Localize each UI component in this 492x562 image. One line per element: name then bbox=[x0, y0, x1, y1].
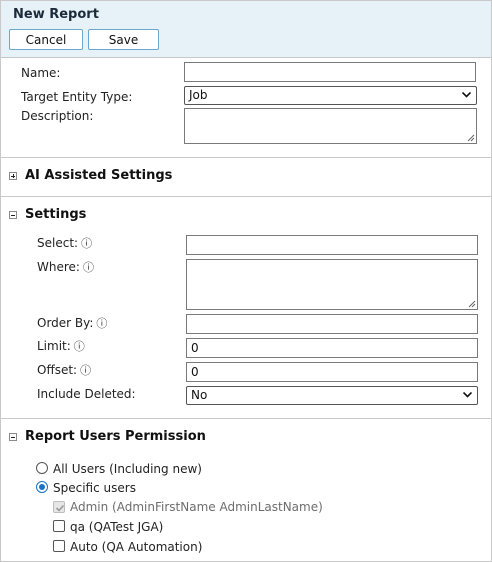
user-label-auto[interactable]: Auto (QA Automation) bbox=[70, 539, 202, 555]
limit-label: Limit: ⓘ bbox=[37, 338, 85, 355]
ai-settings-title: AI Assisted Settings bbox=[25, 168, 173, 183]
order-by-field[interactable] bbox=[186, 314, 478, 334]
select-label: Select: ⓘ bbox=[37, 235, 92, 252]
user-checkbox-qa[interactable] bbox=[53, 520, 65, 532]
limit-field[interactable]: 0 bbox=[186, 338, 478, 358]
dialog-title: New Report bbox=[13, 7, 99, 22]
chevron-down-icon bbox=[462, 92, 471, 98]
description-label: Description: bbox=[21, 109, 94, 123]
specific-users-radio[interactable] bbox=[36, 481, 48, 493]
section-divider bbox=[1, 418, 491, 419]
chevron-down-icon bbox=[463, 392, 472, 398]
target-entity-select[interactable]: Job bbox=[184, 86, 477, 105]
info-icon[interactable]: ⓘ bbox=[74, 339, 85, 355]
target-entity-label: Target Entity Type: bbox=[21, 90, 133, 104]
all-users-label[interactable]: All Users (Including new) bbox=[53, 461, 202, 477]
info-icon[interactable]: ⓘ bbox=[96, 316, 107, 332]
select-label-text: Select: bbox=[37, 236, 79, 250]
include-deleted-select[interactable]: No bbox=[186, 386, 478, 405]
save-button[interactable]: Save bbox=[88, 29, 159, 50]
expand-plus-icon[interactable] bbox=[9, 171, 17, 180]
where-label-text: Where: bbox=[37, 260, 80, 274]
permissions-title: Report Users Permission bbox=[25, 429, 206, 444]
offset-label: Offset: ⓘ bbox=[37, 362, 91, 379]
collapse-minus-icon[interactable] bbox=[9, 432, 17, 441]
order-by-label-text: Order By: bbox=[37, 316, 94, 330]
checkmark-icon bbox=[55, 504, 65, 512]
header-button-row: Cancel Save bbox=[9, 29, 491, 51]
settings-title: Settings bbox=[25, 207, 87, 222]
resize-grip-icon[interactable] bbox=[468, 300, 476, 308]
user-label-admin: Admin (AdminFirstName AdminLastName) bbox=[70, 500, 323, 514]
cancel-button[interactable]: Cancel bbox=[9, 29, 83, 50]
limit-label-text: Limit: bbox=[37, 339, 71, 353]
user-label-qa[interactable]: qa (QATest JGA) bbox=[70, 519, 163, 535]
dialog-header: New Report Cancel Save bbox=[1, 1, 491, 58]
specific-users-label[interactable]: Specific users bbox=[53, 480, 136, 496]
report-dialog: New Report Cancel Save Name: Target Enti… bbox=[0, 0, 492, 562]
resize-grip-icon[interactable] bbox=[467, 134, 475, 142]
target-entity-value: Job bbox=[189, 88, 208, 102]
name-label: Name: bbox=[21, 66, 61, 80]
name-field[interactable] bbox=[184, 62, 476, 82]
offset-field[interactable]: 0 bbox=[186, 362, 478, 382]
ai-settings-header[interactable]: AI Assisted Settings bbox=[9, 168, 172, 183]
user-checkbox-auto[interactable] bbox=[53, 540, 65, 552]
where-field[interactable] bbox=[186, 259, 478, 310]
select-field[interactable] bbox=[186, 235, 478, 255]
all-users-radio[interactable] bbox=[36, 462, 48, 474]
include-deleted-label: Include Deleted: bbox=[37, 387, 136, 401]
info-icon[interactable]: ⓘ bbox=[81, 236, 92, 252]
offset-label-text: Offset: bbox=[37, 363, 78, 377]
section-divider bbox=[1, 157, 491, 158]
order-by-label: Order By: ⓘ bbox=[37, 315, 107, 332]
user-checkbox-admin[interactable] bbox=[53, 501, 65, 513]
permissions-header[interactable]: Report Users Permission bbox=[9, 429, 206, 444]
include-deleted-value: No bbox=[191, 388, 208, 402]
settings-header[interactable]: Settings bbox=[9, 207, 86, 222]
collapse-minus-icon[interactable] bbox=[9, 210, 17, 219]
description-field[interactable] bbox=[184, 108, 477, 144]
where-label: Where: ⓘ bbox=[37, 259, 94, 276]
info-icon[interactable]: ⓘ bbox=[83, 260, 94, 276]
section-divider bbox=[1, 196, 491, 197]
info-icon[interactable]: ⓘ bbox=[80, 363, 91, 379]
